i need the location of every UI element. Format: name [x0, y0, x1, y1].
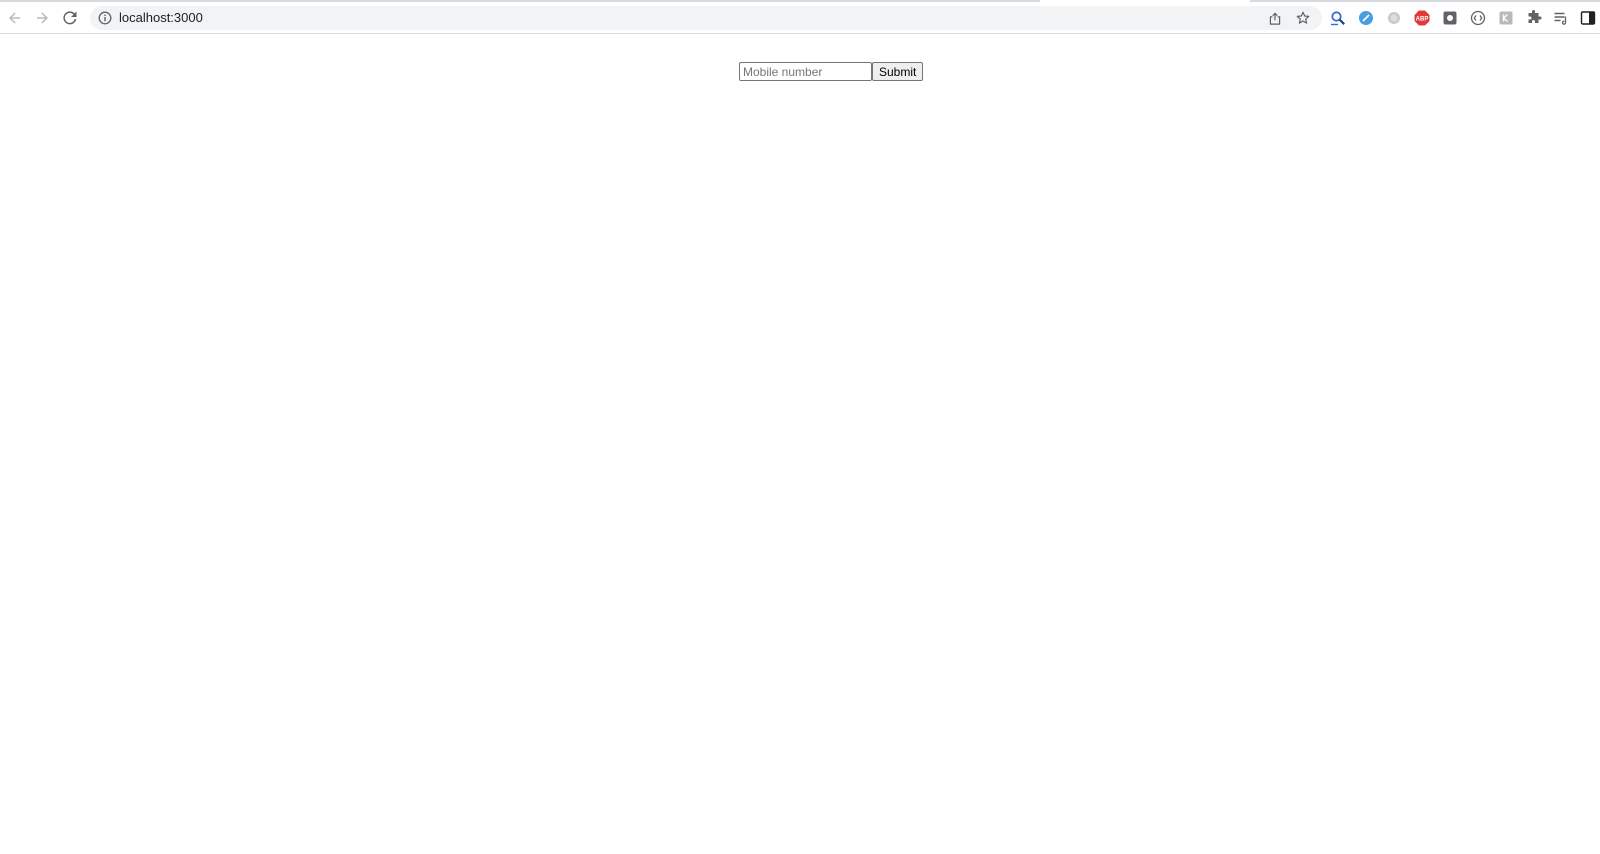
- dark-square-extension-icon[interactable]: [1442, 10, 1458, 26]
- loading-progress-bar: [0, 0, 1040, 2]
- mobile-form: Submit: [739, 62, 924, 81]
- loading-progress-bar-tail: [1250, 0, 1600, 2]
- site-info-icon[interactable]: [98, 11, 112, 25]
- puzzle-extensions-icon[interactable]: [1526, 10, 1542, 26]
- url-text[interactable]: localhost:3000: [119, 11, 203, 25]
- browser-toolbar: localhost:3000 ABP: [0, 0, 1600, 34]
- light-square-extension-icon[interactable]: [1498, 10, 1514, 26]
- back-icon: [9, 12, 20, 24]
- reload-button[interactable]: [59, 7, 81, 29]
- side-panel-icon[interactable]: [1580, 10, 1596, 26]
- adblock-label: ABP: [1416, 17, 1429, 23]
- forward-icon: [37, 12, 48, 24]
- submit-button[interactable]: Submit: [872, 62, 924, 81]
- brackets-circle-extension-icon[interactable]: [1470, 10, 1486, 26]
- reload-icon: [63, 11, 77, 25]
- grey-circle-extension-icon[interactable]: [1386, 10, 1402, 26]
- reading-list-icon[interactable]: [1553, 10, 1569, 26]
- bookmark-star-icon[interactable]: [1296, 11, 1310, 25]
- blue-circle-extension-icon[interactable]: [1358, 10, 1374, 26]
- magnifier-extension-icon[interactable]: [1330, 10, 1346, 26]
- mobile-number-input[interactable]: [739, 62, 872, 81]
- page-content: Submit: [0, 35, 1600, 854]
- forward-button[interactable]: [31, 7, 53, 29]
- address-bar[interactable]: localhost:3000: [90, 6, 1322, 30]
- share-icon[interactable]: [1268, 11, 1282, 25]
- back-button[interactable]: [4, 7, 26, 29]
- adblock-extension-icon[interactable]: ABP: [1414, 10, 1430, 26]
